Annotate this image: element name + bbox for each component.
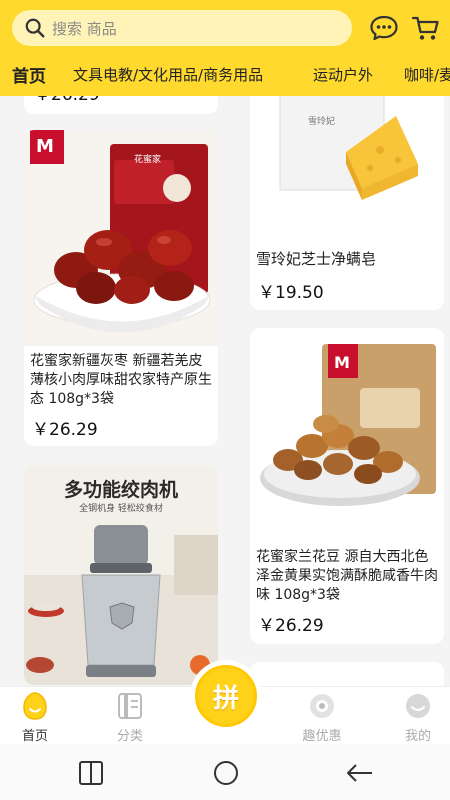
cart-icon[interactable] xyxy=(410,12,442,44)
product-price: ￥19.50 xyxy=(258,283,324,303)
svg-text:M: M xyxy=(334,353,350,372)
product-name: 雪玲妃芝士净螨皂 xyxy=(256,250,377,268)
app-header: 搜索 商品 首页 文具电教/文化用品/商务用品 运动户外 咖啡/麦 xyxy=(0,0,450,96)
group-buy-label: 拼 xyxy=(195,665,257,727)
search-icon xyxy=(25,18,45,38)
product-card-jujube[interactable]: 花蜜家 M 花蜜家新疆灰枣 新疆若羌皮薄核小肉厚味甜农家特产原生态 108g*3… xyxy=(24,130,218,446)
banner-subtitle: 全钢机身 轻松绞食材 xyxy=(79,504,163,514)
deals-icon xyxy=(310,694,334,718)
tab-home[interactable]: 首页 xyxy=(0,687,70,745)
tab-category[interactable]: 分类 xyxy=(95,687,165,745)
tab-mine[interactable]: 我的 xyxy=(383,687,450,745)
product-name: 花蜜家新疆灰枣 新疆若羌皮薄核小肉厚味甜农家特产原生态 108g*3袋 xyxy=(30,353,212,407)
product-price: ￥26.29 xyxy=(258,616,324,636)
chat-icon[interactable] xyxy=(368,12,400,44)
product-card-beans[interactable]: M 花蜜家兰花豆 源自大西北色泽金黄果实饱满酥脆咸香牛肉味 108g*3袋 ￥2… xyxy=(250,328,444,644)
tab-stationery[interactable]: 文具电教/文化用品/商务用品 xyxy=(73,64,263,85)
system-nav-bar xyxy=(0,744,450,800)
tab-mine-label: 我的 xyxy=(404,729,431,744)
tab-category-label: 分类 xyxy=(116,729,143,744)
product-image-beans: M xyxy=(250,328,444,538)
home-nav-icon[interactable] xyxy=(212,759,240,787)
svg-text:M: M xyxy=(36,136,54,157)
product-name: 花蜜家兰花豆 源自大西北色泽金黄果实饱满酥脆咸香牛肉味 108g*3袋 xyxy=(256,549,438,603)
group-buy-button[interactable]: 拼 xyxy=(190,660,262,732)
tab-coffee[interactable]: 咖啡/麦 xyxy=(404,64,450,85)
tab-deals-label: 趣优惠 xyxy=(302,729,342,744)
product-price: ￥26.29 xyxy=(32,420,98,440)
category-tabs: 首页 文具电教/文化用品/商务用品 运动户外 咖啡/麦 xyxy=(0,58,450,94)
category-icon xyxy=(118,693,142,719)
search-placeholder: 搜索 商品 xyxy=(52,19,117,38)
product-image-jujube: 花蜜家 M xyxy=(24,130,218,346)
svg-text:花蜜家: 花蜜家 xyxy=(134,153,161,165)
profile-icon xyxy=(406,694,430,718)
banner-title: 多功能绞肉机 xyxy=(63,479,178,501)
home-icon xyxy=(23,692,47,720)
tab-home-label: 首页 xyxy=(21,729,48,744)
tab-sports[interactable]: 运动户外 xyxy=(313,64,373,85)
tab-deals[interactable]: 趣优惠 xyxy=(287,687,357,745)
recents-icon[interactable] xyxy=(78,760,104,786)
product-image-grinder xyxy=(24,525,218,685)
tab-home-category[interactable]: 首页 xyxy=(12,62,46,87)
product-card-soap[interactable]: 雪玲妃 雪玲妃芝士净螨皂 ￥19.50 xyxy=(250,60,444,310)
search-bar[interactable]: 搜索 商品 xyxy=(12,10,352,46)
back-icon[interactable] xyxy=(344,760,374,786)
product-card-grinder[interactable]: 多功能绞肉机 全钢机身 轻松绞食材 xyxy=(24,465,218,685)
soap-box-text: 雪玲妃 xyxy=(308,115,335,127)
